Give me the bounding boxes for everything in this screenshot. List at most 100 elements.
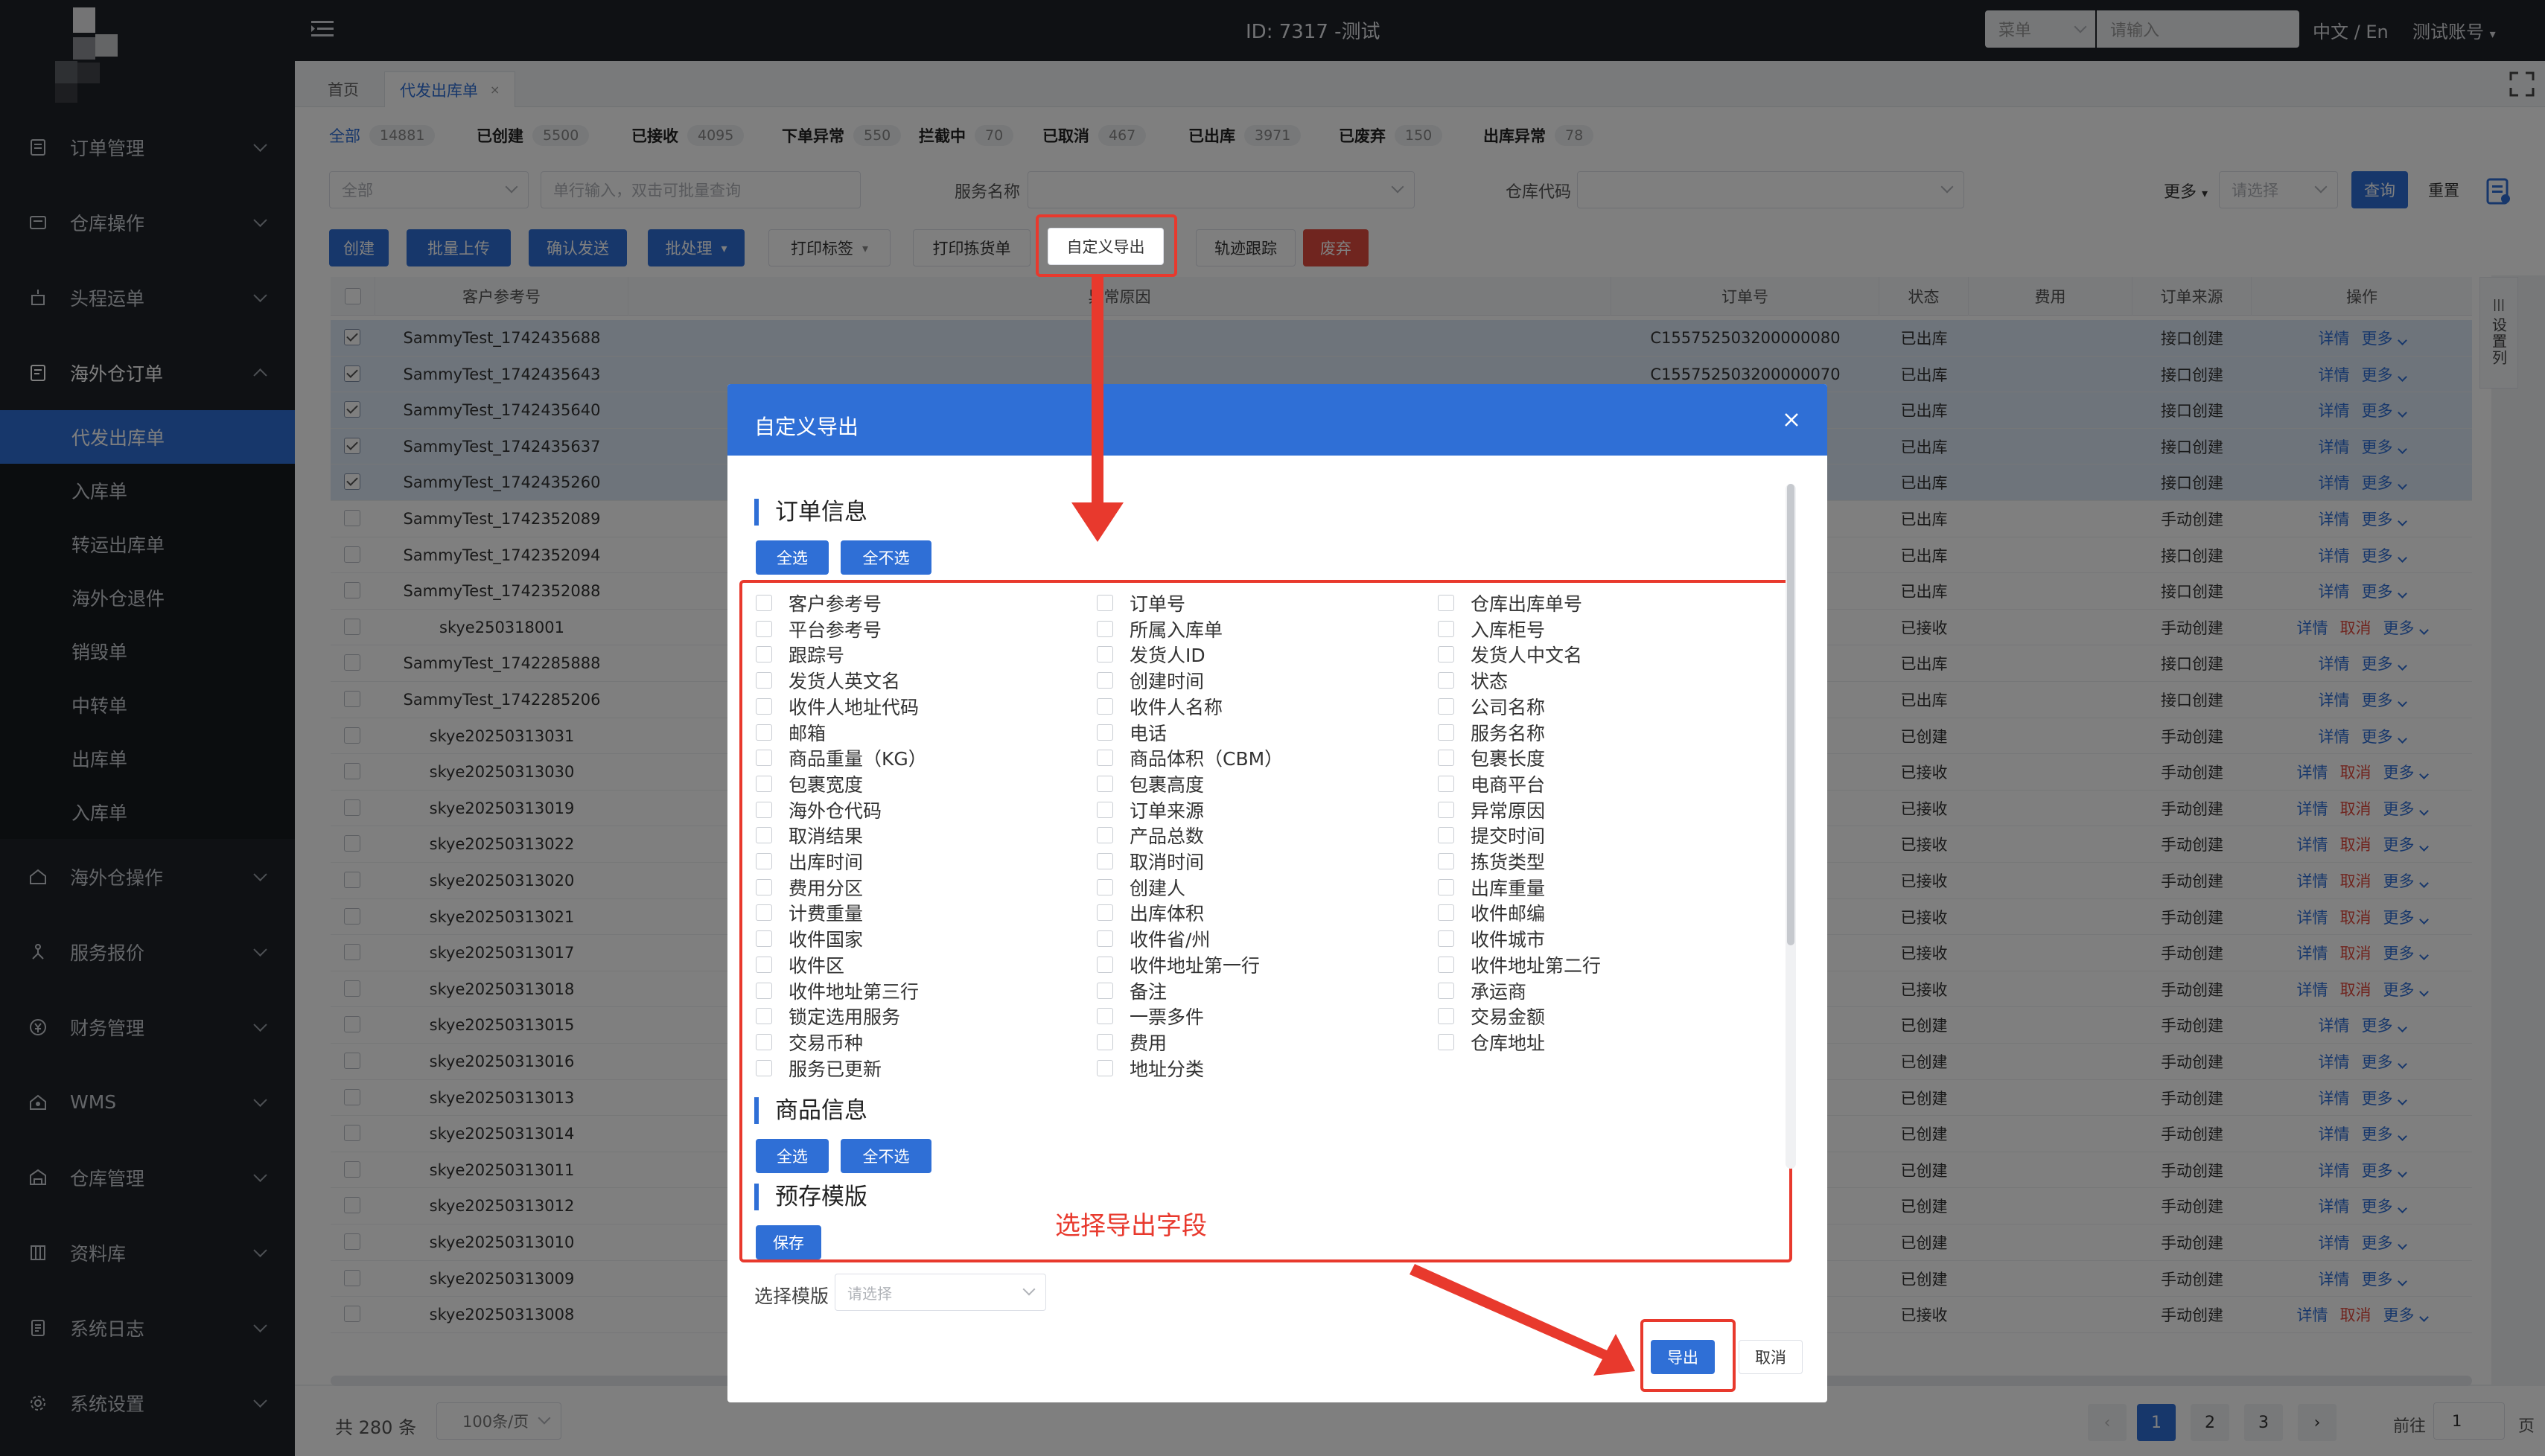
export-field-option[interactable]: 出库体积	[1097, 900, 1204, 925]
field-checkbox[interactable]	[1097, 595, 1113, 611]
field-checkbox[interactable]	[1438, 827, 1454, 844]
product-select-none-button[interactable]: 全不选	[841, 1139, 931, 1173]
field-checkbox[interactable]	[1097, 801, 1113, 818]
field-checkbox[interactable]	[756, 956, 772, 973]
export-field-option[interactable]: 地址分类	[1097, 1056, 1204, 1081]
field-checkbox[interactable]	[756, 620, 772, 637]
export-field-option[interactable]: 创建人	[1097, 875, 1185, 900]
export-field-option[interactable]: 出库重量	[1438, 875, 1545, 900]
export-field-option[interactable]: 取消时间	[1097, 849, 1204, 874]
field-checkbox[interactable]	[1438, 697, 1454, 715]
field-checkbox[interactable]	[1438, 724, 1454, 741]
export-field-option[interactable]: 计费重量	[756, 900, 863, 925]
field-checkbox[interactable]	[756, 1033, 772, 1050]
field-checkbox[interactable]	[1097, 853, 1113, 869]
export-field-option[interactable]: 取消结果	[756, 823, 863, 848]
field-checkbox[interactable]	[1438, 904, 1454, 922]
field-checkbox[interactable]	[1097, 956, 1113, 973]
field-checkbox[interactable]	[1438, 982, 1454, 999]
export-field-option[interactable]: 邮箱	[756, 720, 826, 745]
dialog-cancel-button[interactable]: 取消	[1739, 1340, 1803, 1374]
field-checkbox[interactable]	[1097, 904, 1113, 922]
save-template-button[interactable]: 保存	[756, 1225, 821, 1259]
export-field-option[interactable]: 客户参考号	[756, 590, 882, 616]
field-checkbox[interactable]	[756, 595, 772, 611]
field-checkbox[interactable]	[756, 1008, 772, 1025]
field-checkbox[interactable]	[1097, 672, 1113, 689]
field-checkbox[interactable]	[1097, 697, 1113, 715]
field-checkbox[interactable]	[756, 930, 772, 948]
export-field-option[interactable]: 异常原因	[1438, 797, 1545, 823]
field-checkbox[interactable]	[756, 801, 772, 818]
field-checkbox[interactable]	[756, 904, 772, 922]
export-field-option[interactable]: 包裹高度	[1097, 771, 1204, 796]
field-checkbox[interactable]	[1097, 878, 1113, 895]
export-field-option[interactable]: 收件地址第二行	[1438, 952, 1601, 977]
export-button[interactable]: 导出	[1651, 1340, 1715, 1374]
field-checkbox[interactable]	[1097, 1033, 1113, 1050]
product-select-all-button[interactable]: 全选	[756, 1139, 829, 1173]
export-field-option[interactable]: 所属入库单	[1097, 616, 1223, 642]
export-field-option[interactable]: 平台参考号	[756, 616, 882, 642]
export-field-option[interactable]: 一票多件	[1097, 1003, 1204, 1029]
export-field-option[interactable]: 收件邮编	[1438, 900, 1545, 925]
custom-export-button[interactable]: 自定义导出	[1048, 228, 1164, 265]
field-checkbox[interactable]	[1097, 827, 1113, 844]
export-field-option[interactable]: 锁定选用服务	[756, 1003, 900, 1029]
export-field-option[interactable]: 服务名称	[1438, 720, 1545, 745]
export-field-option[interactable]: 跟踪号	[756, 642, 844, 667]
field-checkbox[interactable]	[1438, 1033, 1454, 1050]
export-field-option[interactable]: 交易金额	[1438, 1003, 1545, 1029]
field-checkbox[interactable]	[1438, 620, 1454, 637]
export-field-option[interactable]: 服务已更新	[756, 1056, 882, 1081]
export-field-option[interactable]: 拣货类型	[1438, 849, 1545, 874]
field-checkbox[interactable]	[1097, 620, 1113, 637]
export-field-option[interactable]: 订单来源	[1097, 797, 1204, 823]
export-field-option[interactable]: 收件地址第三行	[756, 978, 919, 1003]
template-select[interactable]: 请选择	[835, 1274, 1046, 1311]
field-checkbox[interactable]	[1438, 672, 1454, 689]
field-checkbox[interactable]	[756, 775, 772, 792]
field-checkbox[interactable]	[1097, 930, 1113, 948]
field-checkbox[interactable]	[1097, 1008, 1113, 1025]
field-checkbox[interactable]	[1438, 1008, 1454, 1025]
export-field-option[interactable]: 出库时间	[756, 849, 863, 874]
export-field-option[interactable]: 收件人名称	[1097, 694, 1223, 719]
export-field-option[interactable]: 入库柜号	[1438, 616, 1545, 642]
export-field-option[interactable]: 电话	[1097, 720, 1167, 745]
field-checkbox[interactable]	[1438, 853, 1454, 869]
field-checkbox[interactable]	[1438, 750, 1454, 767]
field-checkbox[interactable]	[1438, 646, 1454, 663]
field-checkbox[interactable]	[1438, 801, 1454, 818]
export-field-option[interactable]: 电商平台	[1438, 771, 1545, 796]
field-checkbox[interactable]	[756, 672, 772, 689]
field-checkbox[interactable]	[1097, 775, 1113, 792]
field-checkbox[interactable]	[1438, 775, 1454, 792]
export-field-option[interactable]: 发货人英文名	[756, 668, 900, 693]
export-field-option[interactable]: 交易币种	[756, 1029, 863, 1055]
export-field-option[interactable]: 费用分区	[756, 875, 863, 900]
export-field-option[interactable]: 创建时间	[1097, 668, 1204, 693]
field-checkbox[interactable]	[756, 827, 772, 844]
export-field-option[interactable]: 仓库出库单号	[1438, 590, 1582, 616]
export-field-option[interactable]: 海外仓代码	[756, 797, 882, 823]
field-checkbox[interactable]	[1097, 724, 1113, 741]
export-field-option[interactable]: 收件城市	[1438, 926, 1545, 951]
field-checkbox[interactable]	[756, 878, 772, 895]
field-checkbox[interactable]	[756, 646, 772, 663]
export-field-option[interactable]: 产品总数	[1097, 823, 1204, 848]
field-checkbox[interactable]	[1438, 595, 1454, 611]
export-field-option[interactable]: 商品重量（KG）	[756, 745, 927, 770]
dialog-scroll-thumb[interactable]	[1787, 484, 1794, 945]
export-field-option[interactable]: 商品体积（CBM）	[1097, 745, 1283, 770]
order-select-none-button[interactable]: 全不选	[841, 540, 931, 575]
export-field-option[interactable]: 备注	[1097, 978, 1167, 1003]
close-icon[interactable]	[1783, 411, 1800, 429]
export-field-option[interactable]: 订单号	[1097, 590, 1185, 616]
field-checkbox[interactable]	[756, 853, 772, 869]
field-checkbox[interactable]	[1438, 930, 1454, 948]
order-select-all-button[interactable]: 全选	[756, 540, 829, 575]
field-checkbox[interactable]	[1438, 878, 1454, 895]
export-field-option[interactable]: 发货人ID	[1097, 642, 1205, 667]
field-checkbox[interactable]	[1438, 956, 1454, 973]
